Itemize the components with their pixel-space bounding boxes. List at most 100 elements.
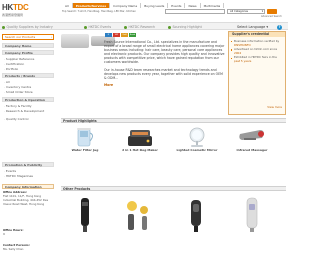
- language-select[interactable]: Select Language ▾: [237, 25, 268, 29]
- credential-title: Supplier's credential: [229, 32, 285, 37]
- product-card[interactable]: [118, 194, 162, 234]
- product-image[interactable]: [118, 194, 162, 234]
- tab-buying-leads[interactable]: Buying Leads: [141, 3, 169, 8]
- product-name[interactable]: 2 in 1 Hot Dog Maker: [118, 148, 162, 153]
- credential-item: Advertised on hktdc.com since 2004: [231, 47, 283, 55]
- bullet-icon: [124, 25, 127, 29]
- credential-link[interactable]: past 5 years: [234, 59, 251, 63]
- search-input[interactable]: [165, 9, 225, 14]
- link-label: Certification: [5, 62, 25, 66]
- office-hours-label: Office Hours:: [3, 228, 24, 232]
- company-description: Fresh Source International Co., Ltd. spe…: [104, 40, 226, 87]
- subnav-events[interactable]: HKTDC Events: [84, 25, 111, 29]
- product-card[interactable]: Lighted Cosmetic Mirror: [175, 126, 219, 153]
- sub-nav-bar: Quality Suppliers by Industry HKTDC Even…: [0, 22, 288, 30]
- supplier-badges: IF SUP Gold Brand: [105, 33, 137, 37]
- subnav-label: HKTDC Research: [128, 25, 156, 29]
- search-button[interactable]: [267, 9, 277, 14]
- tab-news[interactable]: News: [185, 3, 201, 8]
- language-label: Select Language: [237, 24, 266, 29]
- view-more-link[interactable]: View more: [267, 105, 282, 109]
- product-image[interactable]: [63, 194, 107, 234]
- subnav-research[interactable]: HKTDC Research: [124, 25, 155, 29]
- product-image[interactable]: [175, 194, 219, 234]
- bullet-icon: [2, 25, 5, 29]
- tab-products-services[interactable]: Products/Services: [72, 3, 111, 8]
- water-filter-jug-image[interactable]: [63, 126, 107, 148]
- link-label: Small Order Store: [5, 90, 33, 94]
- sidebar-link[interactable]: · HKTDC Magazines: [4, 174, 33, 178]
- product-card[interactable]: Water Filter Jug: [63, 126, 107, 153]
- subnav-label: Sourcing Highlight: [172, 25, 202, 29]
- hktdc-logo[interactable]: HKTDC 香港貿易發展局: [2, 3, 29, 20]
- product-card[interactable]: [230, 194, 274, 234]
- infrared-massager-image[interactable]: [230, 126, 274, 148]
- address-value: Flat 1101, 11/F, Hong Kong Industrial Bu…: [3, 194, 49, 207]
- search-products-button[interactable]: Search our Products ›: [2, 34, 54, 40]
- sidebar-link[interactable]: · All: [4, 80, 10, 84]
- product-name[interactable]: Infrared Massager: [230, 148, 274, 153]
- tab-all[interactable]: All: [62, 3, 73, 8]
- badge-icon[interactable]: IF: [105, 33, 112, 37]
- link-label: Research & Development: [5, 109, 45, 113]
- link-label: Portfolio: [5, 67, 19, 71]
- hot-dog-maker-image[interactable]: [118, 126, 162, 148]
- about-paragraph: Our in-house R&D team researches market …: [104, 67, 223, 80]
- link-label: Quality Control: [5, 117, 29, 121]
- link-label: Inventory Centre: [5, 85, 32, 89]
- product-card[interactable]: [175, 194, 219, 234]
- link-label: Events: [5, 169, 17, 173]
- sidebar-link[interactable]: · Certification: [4, 62, 24, 66]
- sidebar-item-company-profile[interactable]: Company Profile: [2, 50, 54, 55]
- subnav-quality-suppliers[interactable]: Quality Suppliers by Industry: [2, 25, 53, 29]
- office-hours-value: 9: [3, 232, 5, 237]
- credential-link[interactable]: 2004: [234, 51, 241, 55]
- sidebar-link[interactable]: · Events: [4, 169, 16, 173]
- tab-multimedia[interactable]: Multimedia: [201, 3, 225, 8]
- sidebar-item-company-home[interactable]: Company Home: [2, 43, 54, 48]
- sidebar-link[interactable]: · Small Order Store: [4, 90, 33, 94]
- badge-icon[interactable]: Brand: [129, 33, 136, 37]
- sidebar-link[interactable]: · Inventory Centre: [4, 85, 31, 89]
- sidebar-link[interactable]: · Research & Development: [4, 109, 44, 113]
- link-label: Supplier Reference: [5, 57, 35, 61]
- supplier-credential-panel: Supplier's credential Business informati…: [228, 31, 286, 115]
- top-search-keywords[interactable]: Top Search: T-shirt, Handbag, Handbag, L…: [62, 10, 136, 13]
- cosmetic-mirror-image[interactable]: [175, 126, 219, 148]
- sidebar-link[interactable]: · Supplier Reference: [4, 57, 34, 61]
- product-name[interactable]: Water Filter Jug: [63, 148, 107, 153]
- product-card[interactable]: 2 in 1 Hot Dog Maker: [118, 126, 162, 153]
- sidebar-link[interactable]: · Factory & Facility: [4, 104, 32, 108]
- tab-company-name[interactable]: Company Name: [110, 3, 142, 8]
- company-info-heading: Company Information: [2, 184, 54, 189]
- badge-icon[interactable]: SUP: [113, 33, 120, 37]
- advanced-search-link[interactable]: Advanced Search: [261, 15, 282, 18]
- top-nav: All Products/Services Company Name Buyin…: [62, 3, 225, 8]
- credential-link[interactable]: DNSHKINFO: [234, 43, 251, 47]
- bullet-icon: [168, 25, 171, 29]
- help-icon[interactable]: ?: [277, 24, 282, 30]
- sidebar-item-promotion[interactable]: Promotion & Publicity: [2, 162, 54, 167]
- product-highlights-heading: Product Highlights: [61, 118, 286, 123]
- more-link[interactable]: More: [104, 83, 226, 87]
- sidebar-link[interactable]: · Portfolio: [4, 67, 18, 71]
- appliance-image: [61, 34, 89, 48]
- product-image[interactable]: [230, 194, 274, 234]
- sidebar-link[interactable]: · Quality Control: [4, 117, 28, 121]
- search-products-label: Search our Products: [5, 35, 36, 39]
- credential-item: Business information verified by DNSHKIN…: [231, 39, 283, 47]
- badge-icon[interactable]: Gold: [121, 33, 128, 37]
- logo-subtitle: 香港貿易發展局: [2, 13, 24, 17]
- sidebar-item-products-brands[interactable]: Products / Brands: [2, 73, 54, 78]
- logo-mark: HKTDC: [2, 3, 29, 12]
- product-card[interactable]: [63, 194, 107, 234]
- product-name[interactable]: Lighted Cosmetic Mirror: [175, 148, 219, 153]
- link-label: Factory & Facility: [5, 104, 32, 108]
- link-label: HKTDC Magazines: [5, 174, 33, 178]
- contact-persons: Contact Persons: Ms. Sally Chan: [3, 243, 55, 251]
- sidebar-item-production[interactable]: Production & Operation: [2, 97, 54, 102]
- product-card[interactable]: Infrared Massager: [230, 126, 274, 153]
- tab-events[interactable]: Events: [168, 3, 186, 8]
- subnav-sourcing[interactable]: Sourcing Highlight: [168, 25, 202, 29]
- category-select[interactable]: All Categories ▾: [227, 9, 265, 14]
